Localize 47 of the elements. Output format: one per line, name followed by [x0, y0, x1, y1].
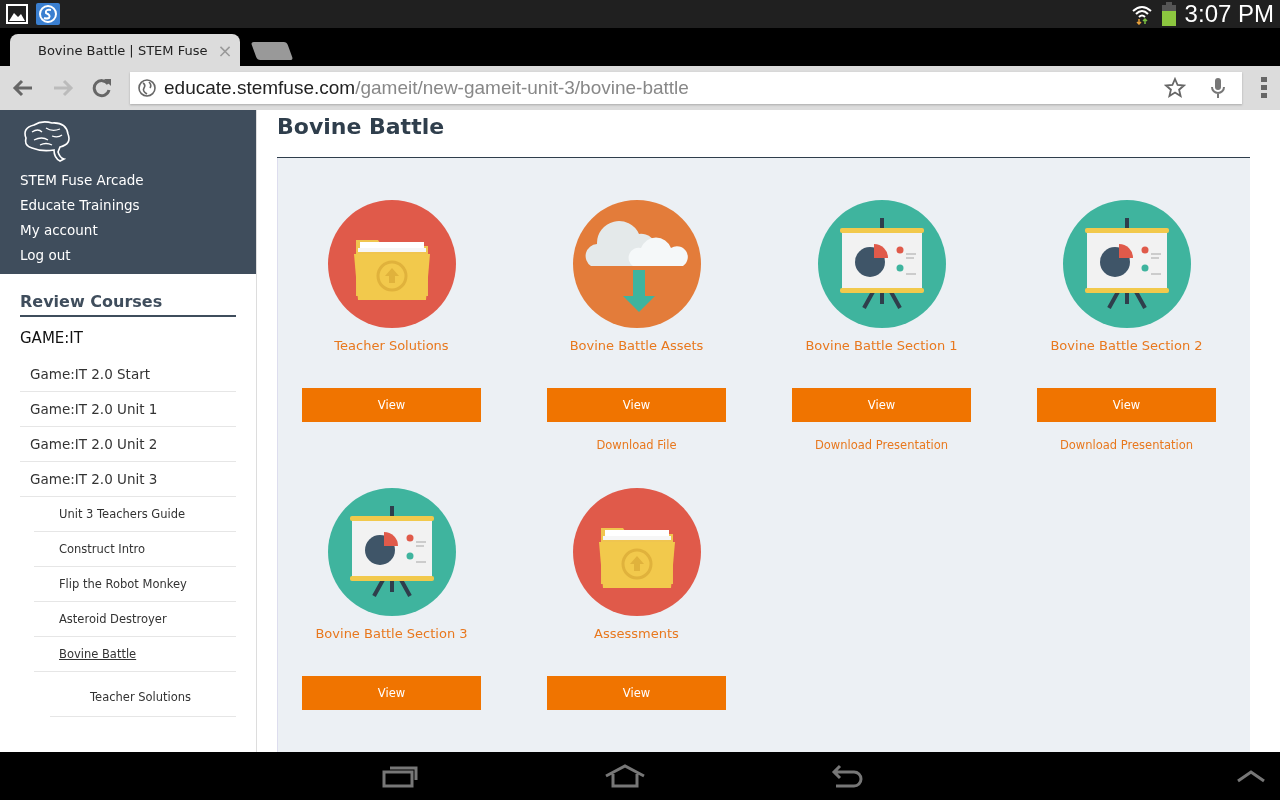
lesson-link[interactable]: Unit 3 Teachers Guide: [34, 497, 236, 532]
recent-apps-icon[interactable]: [382, 764, 418, 788]
section-heading: Review Courses: [20, 292, 236, 317]
folder-icon: [572, 488, 701, 616]
globe-icon: [138, 79, 156, 97]
reload-icon[interactable]: [92, 78, 112, 98]
presentation-board-icon: [1062, 200, 1191, 328]
resource-title: Bovine Battle Section 2: [1050, 338, 1203, 355]
resource-title: Teacher Solutions: [334, 338, 449, 355]
resource-title: Bovine Battle Section 1: [805, 338, 958, 355]
account-link[interactable]: Log out: [20, 243, 71, 268]
back-icon[interactable]: [12, 79, 34, 97]
course-link[interactable]: Game:IT 2.0 Unit 2: [20, 427, 236, 462]
cloud-download-icon: [572, 200, 701, 328]
lesson-link[interactable]: Bovine Battle: [34, 637, 236, 672]
wifi-icon: [1130, 3, 1153, 25]
star-icon[interactable]: [1164, 77, 1186, 99]
resource-title: Bovine Battle Section 3: [315, 626, 468, 643]
course-link[interactable]: Game:IT 2.0 Unit 3: [20, 462, 236, 497]
microphone-icon[interactable]: [1210, 77, 1226, 99]
account-link[interactable]: STEM Fuse Arcade: [20, 168, 144, 193]
account-link[interactable]: Educate Trainings: [20, 193, 140, 218]
resource-link[interactable]: Teacher Solutions: [50, 678, 236, 717]
battery-icon: [1160, 2, 1177, 26]
folder-icon: [327, 200, 456, 328]
new-tab-button[interactable]: [250, 42, 294, 60]
course-link[interactable]: Game:IT 2.0 Unit 1: [20, 392, 236, 427]
account-link[interactable]: My account: [20, 218, 98, 243]
lesson-link[interactable]: Asteroid Destroyer: [34, 602, 236, 637]
resource-title: Assessments: [594, 626, 679, 643]
tab-title: Bovine Battle | STEM Fuse: [38, 42, 208, 58]
menu-icon[interactable]: [1260, 76, 1268, 100]
presentation-board-icon: [817, 200, 946, 328]
resource-title: Bovine Battle Assets: [569, 338, 704, 355]
picture-icon: [6, 4, 28, 24]
home-icon[interactable]: [604, 764, 646, 788]
caret-up-icon[interactable]: [1236, 769, 1266, 783]
address-bar[interactable]: educate.stemfuse.com/gameit/new-gameit-unit-3/bovine-battle: [130, 72, 1242, 104]
course-link[interactable]: Game:IT 2.0 Start: [20, 357, 236, 392]
browser-tab[interactable]: Bovine Battle | STEM Fuse ×: [10, 34, 240, 66]
clock-time: 3:07 PM: [1184, 0, 1274, 28]
app-icon: [36, 3, 60, 25]
lesson-link[interactable]: Flip the Robot Monkey: [34, 567, 236, 602]
lesson-link[interactable]: Construct Intro: [34, 532, 236, 567]
back-icon[interactable]: [830, 764, 864, 788]
course-title: GAME:IT: [20, 328, 84, 349]
presentation-board-icon: [327, 488, 456, 616]
